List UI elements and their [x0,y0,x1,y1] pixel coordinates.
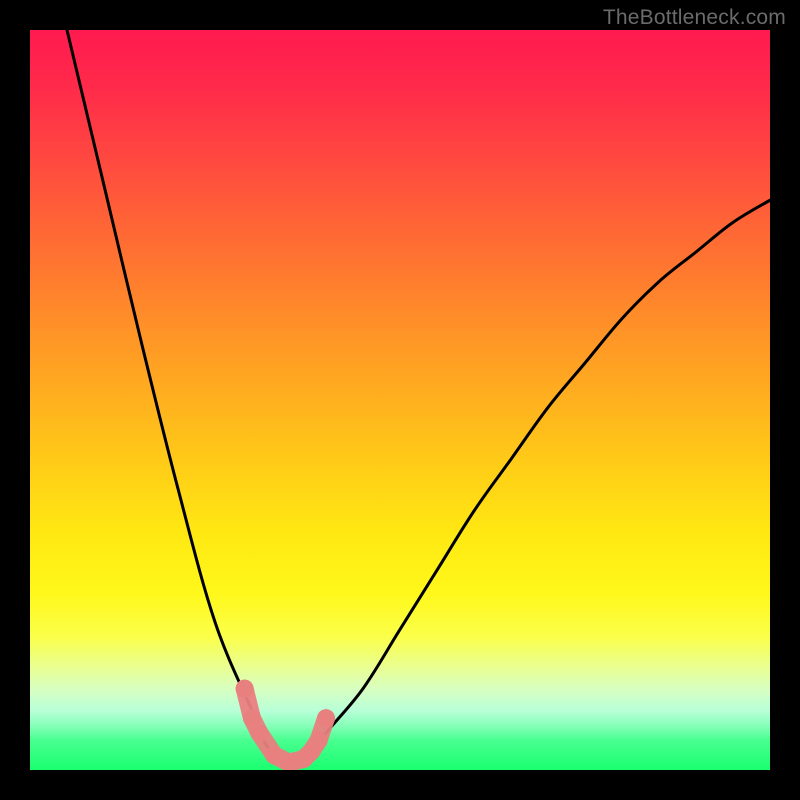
marker-dot [236,680,254,698]
scatter-markers [236,680,335,770]
plot-area [30,30,770,770]
marker-dot [310,731,328,749]
watermark-text: TheBottleneck.com [603,6,786,30]
bottleneck-line [67,30,770,763]
bottleneck-curve-svg [30,30,770,770]
marker-dot [250,724,268,742]
chart-frame: TheBottleneck.com [0,0,800,800]
marker-dot [317,709,335,727]
curve-path [67,30,770,763]
